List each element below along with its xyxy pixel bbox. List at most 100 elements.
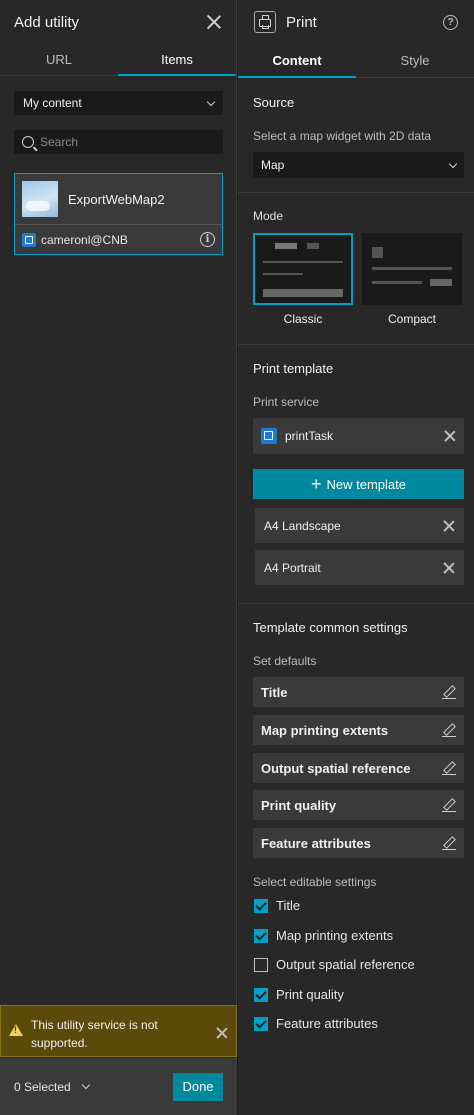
preview-bar [430,279,452,286]
content-filter-value: My content [23,96,82,110]
editable-setting-checkbox[interactable]: Output spatial reference [254,957,415,972]
search-input[interactable] [40,135,210,149]
map-widget-value: Map [261,158,285,172]
source-subtitle: Select a map widget with 2D data [253,129,432,143]
divider [238,192,474,193]
selected-count-toggle[interactable]: 0 Selected [14,1079,90,1094]
chevron-down-icon [81,1080,90,1090]
warning-text: This utility service is not supported. [31,1018,158,1050]
print-title: Print [286,13,317,31]
checkbox-label: Output spatial reference [276,957,415,972]
common-settings-title: Template common settings [253,620,408,635]
template-name: A4 Landscape [264,518,341,533]
item-card-footer: cameronl@CNB i [15,224,222,254]
template-item[interactable]: A4 Portrait [255,550,464,585]
preview-bar [263,261,343,263]
pencil-icon[interactable] [442,761,456,775]
printer-icon-box [254,11,276,33]
mode-classic-card[interactable] [253,233,353,305]
divider [238,603,474,604]
default-setting-row[interactable]: Feature attributes [253,828,464,858]
source-tabs: URL Items [0,44,236,76]
map-widget-select[interactable]: Map [253,152,464,178]
template-item[interactable]: A4 Landscape [255,508,464,543]
done-button[interactable]: Done [173,1072,223,1101]
set-defaults-label: Set defaults [253,654,317,668]
checkbox-label: Feature attributes [276,1016,378,1031]
print-header-title-group: Print [254,11,317,33]
close-icon[interactable] [443,562,455,574]
warning-alert: This utility service is not supported. [0,1005,237,1057]
item-thumbnail [22,181,58,217]
editable-setting-checkbox[interactable]: Feature attributes [254,1016,378,1031]
preview-bar [275,243,297,249]
pencil-icon[interactable] [442,836,456,850]
search-icon [22,136,34,148]
add-utility-header: Add utility [0,0,236,44]
checkbox-icon[interactable] [254,987,268,1002]
print-service-info: printTask [261,428,333,444]
printer-icon [259,15,271,29]
warning-icon [9,1024,23,1037]
new-template-button[interactable]: + New template [253,469,464,499]
editable-setting-checkbox[interactable]: Map printing extents [254,928,393,943]
tab-content[interactable]: Content [238,44,356,78]
print-template-title: Print template [253,361,334,376]
checkbox-icon[interactable] [254,957,268,972]
tab-url[interactable]: URL [0,44,118,75]
mode-compact-card[interactable] [362,233,462,305]
checkbox-label: Map printing extents [276,928,394,943]
tab-items[interactable]: Items [118,44,236,76]
pencil-icon[interactable] [442,798,456,812]
service-icon [261,428,277,444]
default-setting-label: Map printing extents [261,722,389,738]
item-owner-name: cameronl@CNB [41,232,128,247]
default-setting-row[interactable]: Print quality [253,790,464,820]
help-icon[interactable]: ? [443,14,458,30]
tab-style[interactable]: Style [356,44,474,77]
info-icon[interactable]: i [200,232,215,247]
item-card-header: ExportWebMap2 [15,174,222,224]
close-icon[interactable] [443,520,455,532]
checkbox-icon[interactable] [254,898,268,913]
template-name: A4 Portrait [264,560,321,575]
preview-bar [372,247,383,258]
preview-bar [307,243,319,249]
checkbox-icon[interactable] [254,1016,268,1031]
close-icon[interactable] [444,430,456,442]
preview-bar [372,267,452,270]
print-service-label: Print service [253,395,320,409]
preview-bar [263,273,303,275]
preview-bar [372,281,422,284]
print-header: Print ? [238,0,474,44]
default-setting-row[interactable]: Map printing extents [253,715,464,745]
default-setting-label: Feature attributes [261,835,371,851]
chevron-down-icon [448,159,458,168]
editable-setting-checkbox[interactable]: Title [254,898,300,913]
plus-icon: + [311,474,322,494]
pencil-icon[interactable] [442,685,456,699]
default-setting-label: Output spatial reference [261,760,411,776]
editable-setting-checkbox[interactable]: Print quality [254,987,344,1002]
checkbox-icon[interactable] [254,928,268,943]
content-filter-dropdown[interactable]: My content [14,91,223,115]
default-setting-row[interactable]: Output spatial reference [253,753,464,783]
item-name: ExportWebMap2 [68,191,165,207]
checkbox-label: Print quality [276,987,344,1002]
default-setting-row[interactable]: Title [253,677,464,707]
checkbox-label: Title [276,898,301,913]
print-service-item[interactable]: printTask [253,418,464,454]
item-card[interactable]: ExportWebMap2 cameronl@CNB i [14,173,223,255]
selected-count-label: 0 Selected [14,1079,71,1094]
left-footer: 0 Selected Done [0,1058,237,1115]
chevron-down-icon [206,97,216,106]
close-icon[interactable] [216,1027,228,1039]
close-icon[interactable] [206,14,222,30]
print-settings-panel: Print ? Content Style Source Select a ma… [238,0,474,1115]
new-template-label: New template [326,476,406,492]
mode-compact-label: Compact [387,312,437,326]
pencil-icon[interactable] [442,723,456,737]
default-setting-label: Print quality [261,797,337,813]
print-service-name: printTask [285,429,334,443]
editable-settings-label: Select editable settings [253,875,377,889]
